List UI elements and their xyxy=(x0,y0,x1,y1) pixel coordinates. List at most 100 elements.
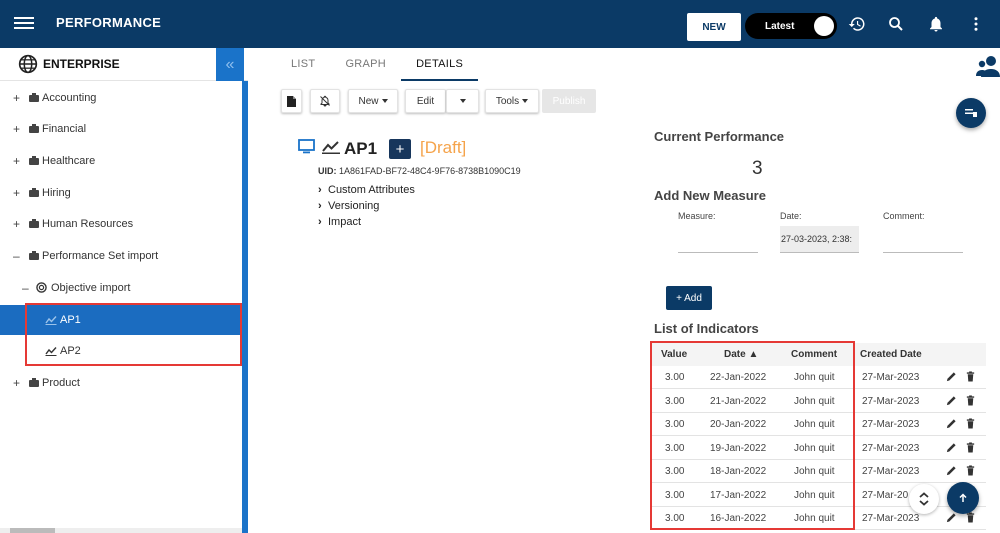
new-menu-button[interactable]: New xyxy=(348,89,398,113)
tree-item-label: Objective import xyxy=(51,282,131,294)
uid-text: UID: 1A861FAD-BF72-48C4-9F76-8738B1090C1… xyxy=(318,166,521,176)
expand-icon[interactable]: + xyxy=(13,154,20,168)
tools-menu-button[interactable]: Tools xyxy=(485,89,539,113)
edit-dropdown-button[interactable] xyxy=(446,89,479,113)
add-child-button[interactable]: + xyxy=(389,139,411,159)
filter-fab-button[interactable] xyxy=(956,98,986,128)
tree-item-healthcare[interactable]: + Healthcare xyxy=(0,146,242,176)
sidebar-title: ENTERPRISE xyxy=(43,57,120,71)
comment-input[interactable] xyxy=(883,226,963,253)
tree-item-product[interactable]: + Product xyxy=(0,368,242,398)
expand-icon[interactable]: + xyxy=(13,217,20,231)
section-label: Impact xyxy=(328,216,362,228)
indicators-title: List of Indicators xyxy=(654,321,759,336)
trash-icon[interactable] xyxy=(965,512,976,523)
status-badge: [Draft] xyxy=(420,138,467,157)
tree-item-label: Accounting xyxy=(42,92,97,104)
trash-icon[interactable] xyxy=(965,441,976,453)
trash-icon[interactable] xyxy=(965,394,976,406)
pencil-icon[interactable] xyxy=(946,512,957,523)
briefcase-icon xyxy=(29,188,39,197)
highlight-box xyxy=(650,341,855,530)
notifications-off-button[interactable] xyxy=(310,89,340,113)
tab-graph[interactable]: GRAPH xyxy=(330,48,401,81)
briefcase-icon xyxy=(29,251,39,260)
notifications-off-icon xyxy=(320,95,330,107)
tree-item-performance-set-import[interactable]: – Performance Set import xyxy=(0,241,242,271)
measure-label: Measure: xyxy=(678,211,716,221)
tree-item-financial[interactable]: + Financial xyxy=(0,114,242,144)
toggle-knob xyxy=(814,16,834,36)
expand-icon[interactable]: + xyxy=(13,186,20,200)
pencil-icon[interactable] xyxy=(946,418,957,429)
measure-input[interactable] xyxy=(678,226,758,253)
cell-created-date: 27-Mar-20 xyxy=(862,489,909,501)
cell-created-date: 27-Mar-2023 xyxy=(862,513,920,524)
expand-icon[interactable]: + xyxy=(13,376,20,390)
unfold-icon xyxy=(919,492,929,506)
tree-item-label: Healthcare xyxy=(42,155,96,167)
new-menu-label: New xyxy=(358,95,379,107)
scroll-toggle-button[interactable] xyxy=(909,484,939,514)
collapse-icon[interactable]: – xyxy=(13,249,20,263)
tab-list[interactable]: LIST xyxy=(276,48,330,81)
cell-created-date: 27-Mar-2023 xyxy=(862,395,920,407)
latest-toggle[interactable]: Latest xyxy=(745,13,837,39)
tab-details[interactable]: DETAILS xyxy=(401,48,479,81)
collapse-sidebar-button[interactable]: « xyxy=(216,48,244,81)
expand-icon[interactable]: + xyxy=(13,122,20,136)
section-versioning[interactable]: › Versioning xyxy=(318,200,379,212)
expand-icon[interactable]: + xyxy=(13,91,20,105)
scroll-to-top-button[interactable] xyxy=(947,482,979,514)
menu-icon[interactable] xyxy=(14,14,34,34)
pencil-icon[interactable] xyxy=(946,442,957,453)
chevron-down-icon xyxy=(381,99,388,103)
target-icon xyxy=(36,282,47,293)
pencil-icon[interactable] xyxy=(946,395,957,406)
edit-button[interactable]: Edit xyxy=(405,89,446,113)
highlight-box xyxy=(25,303,242,366)
publish-button[interactable]: Publish xyxy=(542,89,596,113)
section-label: Versioning xyxy=(328,200,380,212)
sidebar-header: ENTERPRISE « xyxy=(0,48,248,81)
document-button[interactable] xyxy=(281,89,302,113)
arrow-up-icon xyxy=(959,493,967,502)
briefcase-icon xyxy=(29,219,39,228)
document-icon xyxy=(287,95,296,107)
sidebar: ENTERPRISE « + Accounting + Financial + … xyxy=(0,48,248,533)
history-icon[interactable] xyxy=(847,14,867,34)
horizontal-scrollbar[interactable] xyxy=(10,528,55,533)
uid-value: 1A861FAD-BF72-48C4-9F76-8738B1090C19 xyxy=(339,166,521,176)
briefcase-icon xyxy=(29,378,39,387)
user-group-icon[interactable] xyxy=(976,55,1000,77)
tree-item-hiring[interactable]: + Hiring xyxy=(0,178,242,208)
cell-created-date: 27-Mar-2023 xyxy=(862,372,920,383)
pencil-icon[interactable] xyxy=(946,371,957,382)
pencil-icon[interactable] xyxy=(946,465,957,476)
page-title: AP1 xyxy=(344,139,378,158)
tree-item-label: Financial xyxy=(42,123,87,135)
tree-item-human-resources[interactable]: + Human Resources xyxy=(0,209,242,239)
top-app-bar: PERFORMANCE NEW Latest xyxy=(0,0,1000,48)
toggle-label: Latest xyxy=(765,20,795,32)
tools-label: Tools xyxy=(495,95,520,107)
search-icon[interactable] xyxy=(886,14,906,34)
date-input[interactable]: 27-03-2023, 2:38: xyxy=(780,226,859,253)
cell-created-date: 27-Mar-2023 xyxy=(862,442,920,454)
new-button[interactable]: NEW xyxy=(687,13,741,41)
section-label: Custom Attributes xyxy=(328,184,415,196)
bell-icon[interactable] xyxy=(926,14,946,34)
sidebar-rail xyxy=(242,81,248,533)
more-vert-icon[interactable] xyxy=(966,14,986,34)
trash-icon[interactable] xyxy=(965,418,976,429)
tree-item-accounting[interactable]: + Accounting xyxy=(0,83,242,113)
collapse-icon[interactable]: – xyxy=(22,281,29,295)
tree-item-objective-import[interactable]: – Objective import xyxy=(0,273,242,303)
trash-icon[interactable] xyxy=(965,371,976,382)
tree-item-label: Human Resources xyxy=(42,218,134,230)
section-impact[interactable]: › Impact xyxy=(318,216,361,228)
column-header-created-date[interactable]: Created Date xyxy=(860,343,922,366)
trash-icon[interactable] xyxy=(965,465,976,476)
section-custom-attributes[interactable]: › Custom Attributes xyxy=(318,184,415,196)
add-measure-button[interactable]: + Add xyxy=(666,286,712,310)
